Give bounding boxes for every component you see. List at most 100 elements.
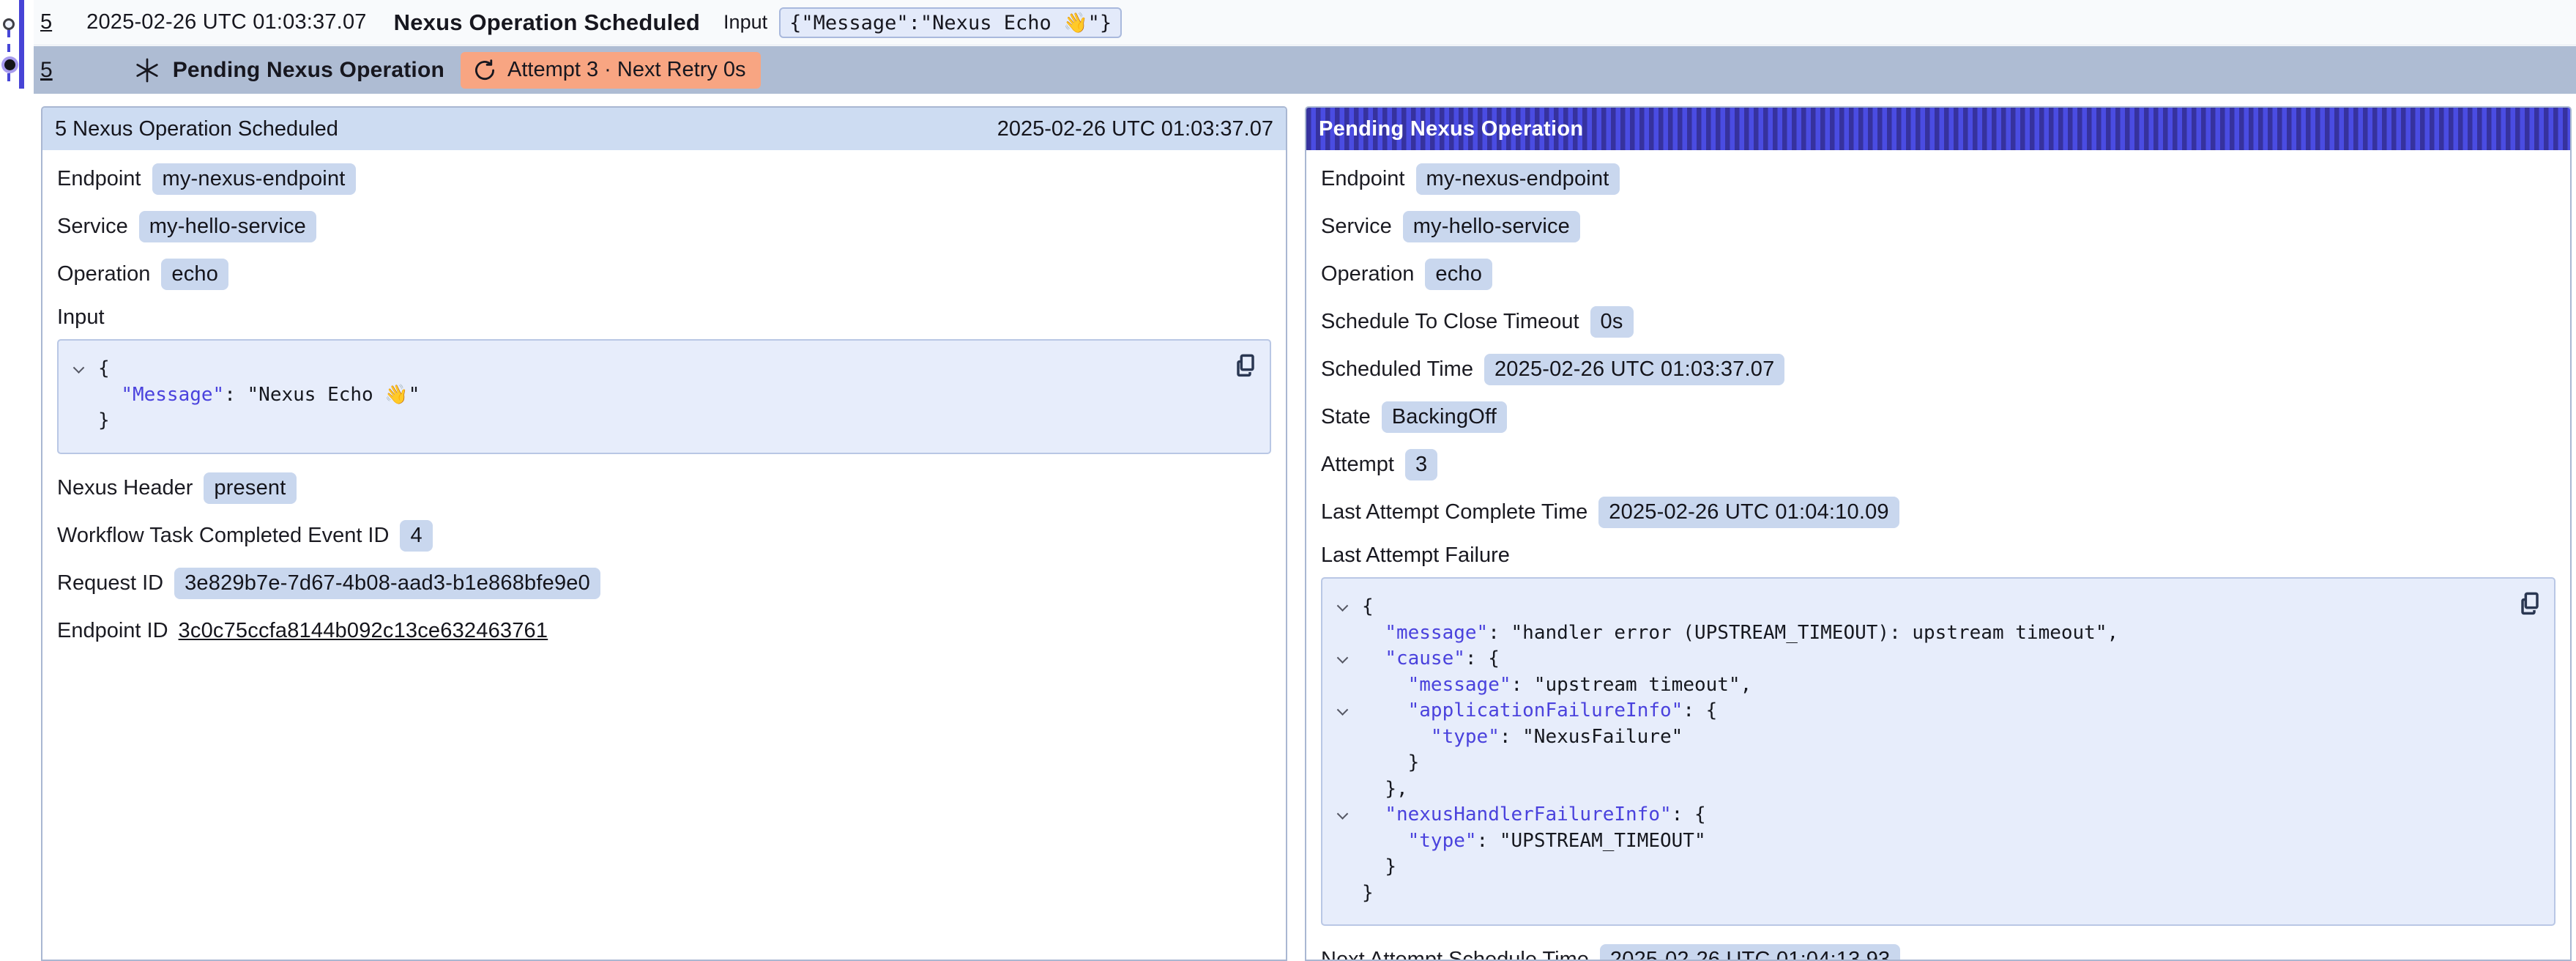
detail-field-row: Servicemy-hello-service [57, 210, 1271, 243]
detail-field-row: Endpointmy-nexus-endpoint [57, 163, 1271, 196]
panel-header-pending: Pending Nexus Operation [1306, 108, 2570, 150]
event-row-pending-nexus-operation[interactable]: 5 Pending Nexus Operation Attempt 3 · Ne… [34, 46, 2576, 94]
timeline-node-pending [4, 59, 15, 70]
field-label: Last Attempt Complete Time [1321, 500, 1587, 524]
json-text: : "NexusFailure" [1500, 724, 1683, 751]
json-key: "applicationFailureInfo" [1408, 698, 1683, 724]
json-key: "type" [1431, 724, 1500, 751]
json-text: }, [1385, 776, 1407, 803]
timeline-active-bar [19, 0, 24, 89]
collapse-chevron-icon[interactable] [70, 365, 98, 373]
json-key: "message" [1408, 672, 1511, 699]
code-line: "message": "handler error (UPSTREAM_TIME… [1334, 620, 2503, 647]
event-title: Nexus Operation Scheduled [394, 10, 700, 36]
attempt-retry-badge: Attempt 3 · Next Retry 0s [461, 52, 761, 89]
input-json-viewer: { "Message": "Nexus Echo 👋"} [57, 339, 1271, 454]
copy-button[interactable] [1230, 351, 1259, 382]
field-label: Schedule To Close Timeout [1321, 310, 1579, 334]
field-value-badge: 2025-02-26 UTC 01:03:37.07 [1484, 354, 1784, 385]
json-text: : "upstream timeout", [1511, 672, 1752, 699]
field-value-badge: echo [161, 259, 228, 290]
panel-timestamp: 2025-02-26 UTC 01:03:37.07 [997, 117, 1273, 141]
panel-title: 5 Nexus Operation Scheduled [55, 117, 338, 141]
pending-asterisk-icon [133, 56, 161, 84]
json-text: : { [1465, 646, 1500, 672]
json-key: "nexusHandlerFailureInfo" [1385, 802, 1671, 828]
collapse-chevron-icon[interactable] [1334, 811, 1362, 819]
field-value-badge: 2025-02-26 UTC 01:04:10.09 [1598, 497, 1899, 528]
field-label: State [1321, 405, 1371, 429]
json-text: "Nexus Echo 👋" [247, 382, 420, 409]
field-label: Operation [1321, 262, 1414, 286]
json-text: { [98, 356, 110, 382]
json-text: : "UPSTREAM_TIMEOUT" [1477, 828, 1706, 855]
event-timestamp: 2025-02-26 UTC 01:03:37.07 [86, 10, 366, 34]
detail-field-row: Endpoint ID3c0c75ccfa8144b092c13ce632463… [57, 615, 1271, 648]
code-line: "type": "UPSTREAM_TIMEOUT" [1334, 828, 2503, 855]
json-text: : { [1672, 802, 1706, 828]
input-block-label: Input [57, 305, 1271, 330]
detail-field-row: Operation echo [57, 258, 1271, 291]
pending-event-title: Pending Nexus Operation [173, 58, 444, 83]
copy-icon [2514, 589, 2544, 618]
detail-field-row: StateBackingOff [1321, 401, 2555, 434]
field-value-badge: present [204, 472, 296, 504]
json-key: "cause" [1385, 646, 1465, 672]
code-line: } [1334, 854, 2503, 880]
detail-field-row: Operation echo [1321, 258, 2555, 291]
input-preview-chip: {"Message":"Nexus Echo 👋"} [779, 7, 1122, 38]
code-line: "cause": { [1334, 646, 2503, 672]
field-value-link[interactable]: 3c0c75ccfa8144b092c13ce632463761 [179, 619, 548, 643]
code-line: }, [1334, 776, 2503, 803]
field-value-badge: echo [1425, 259, 1492, 290]
field-label: Nexus Header [57, 476, 193, 500]
event-history-view: { "colors": { "accent_stripe_dark": "#36… [0, 0, 2576, 957]
panel-pending-nexus-operation: Pending Nexus Operation Endpoint my-nexus… [1305, 106, 2572, 961]
field-label: Workflow Task Completed Event ID [57, 524, 389, 548]
field-value-badge: my-nexus-endpoint [1416, 163, 1620, 195]
json-text: } [1385, 854, 1396, 880]
collapse-chevron-icon[interactable] [1334, 655, 1362, 663]
code-line: "Message": "Nexus Echo 👋" [70, 382, 1218, 409]
event-row-nexus-operation-scheduled[interactable]: 5 2025-02-26 UTC 01:03:37.07 Nexus Opera… [34, 0, 2576, 45]
field-label: Endpoint [1321, 167, 1405, 191]
field-value-badge: 3 [1405, 449, 1437, 480]
field-value-badge: 0s [1590, 306, 1634, 338]
json-key: "message" [1385, 620, 1488, 647]
detail-field-row: Nexus Header present [57, 472, 1271, 505]
json-key: "type" [1408, 828, 1477, 855]
event-id-link[interactable]: 5 [40, 58, 53, 83]
detail-field-row: Servicemy-hello-service [1321, 210, 2555, 243]
detail-field-row: Endpoint my-nexus-endpoint [1321, 163, 2555, 196]
json-text: { [1362, 594, 1374, 620]
code-line: } [1334, 880, 2503, 907]
field-label: Scheduled Time [1321, 357, 1473, 382]
json-text: } [1362, 880, 1374, 907]
timeline-connector-dashed [7, 29, 10, 88]
field-value-badge: my-hello-service [139, 211, 316, 242]
json-text: : [224, 382, 247, 409]
json-text: } [1408, 750, 1420, 776]
detail-field-row: Next Attempt Schedule Time 2025-02-26 UTC… [1321, 943, 2555, 961]
code-line: { [1334, 594, 2503, 620]
json-text: : { [1683, 698, 1717, 724]
event-id-link[interactable]: 5 [40, 10, 52, 34]
field-label: Service [1321, 215, 1392, 239]
json-text: : "handler error (UPSTREAM_TIMEOUT): ups… [1488, 620, 2118, 647]
code-line: } [1334, 750, 2503, 776]
detail-field-row: Schedule To Close Timeout 0s [1321, 305, 2555, 338]
json-key: "Message" [121, 382, 224, 409]
input-label: Input [723, 11, 767, 34]
json-text: } [98, 408, 110, 434]
field-value-badge: 2025-02-26 UTC 01:04:13.93 [1600, 944, 1900, 961]
retry-icon [472, 58, 497, 83]
field-label: Operation [57, 262, 150, 286]
copy-button[interactable] [2514, 589, 2544, 620]
last-attempt-failure-json-viewer: { "message": "handler error (UPSTREAM_TI… [1321, 577, 2555, 926]
field-label: Next Attempt Schedule Time [1321, 948, 1589, 961]
panel-title: Pending Nexus Operation [1319, 117, 1583, 141]
panel-nexus-operation-scheduled: 5 Nexus Operation Scheduled 2025-02-26 U… [41, 106, 1287, 961]
collapse-chevron-icon[interactable] [1334, 603, 1362, 611]
collapse-chevron-icon[interactable] [1334, 707, 1362, 715]
code-line: "message": "upstream timeout", [1334, 672, 2503, 699]
